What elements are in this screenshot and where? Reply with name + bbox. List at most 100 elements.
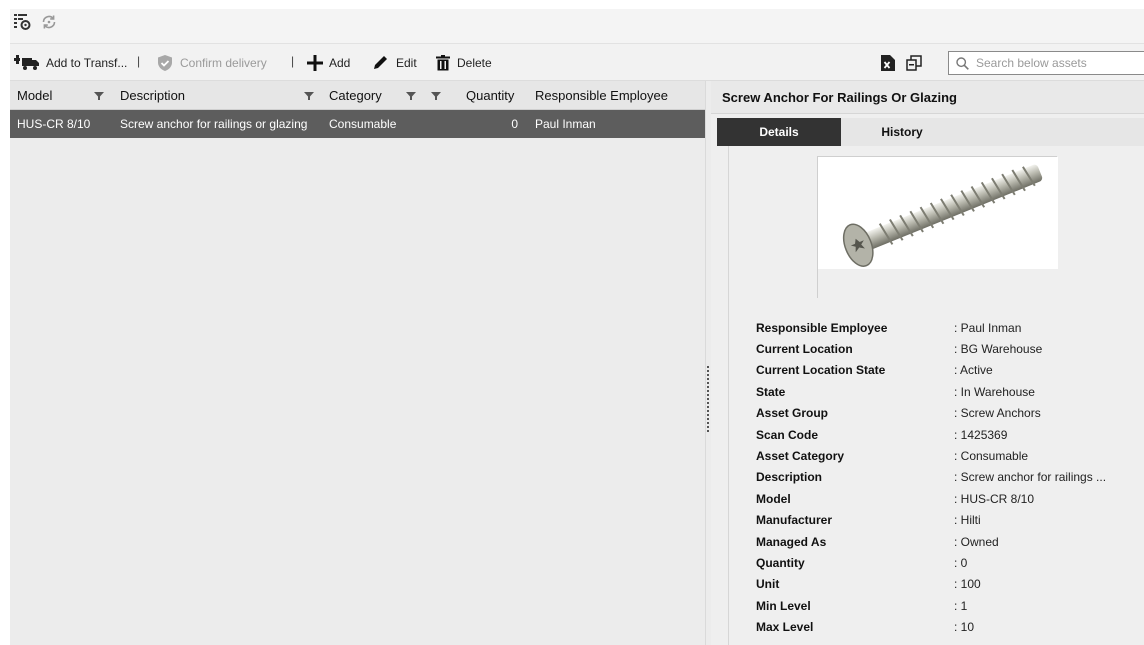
detail-panel: Screw Anchor For Railings Or Glazing Det… [711,81,1144,645]
property-value: : BG Warehouse [954,342,1043,357]
property-row: Responsible Employee : Paul Inman [756,317,1144,338]
add-to-transfer-button[interactable]: Add to Transf... [14,54,127,72]
export-excel-button[interactable] [881,54,901,72]
detail-title: Screw Anchor For Railings Or Glazing [711,81,1144,114]
add-button[interactable]: Add [307,54,350,72]
confirm-delivery-label: Confirm delivery [180,56,267,70]
pencil-icon [374,56,387,69]
splitter-grip [707,370,709,372]
tab-history[interactable]: History [841,118,963,146]
property-value: : In Warehouse [954,384,1035,399]
splitter-grip [707,386,709,388]
property-row: Current Location : BG Warehouse [756,338,1144,359]
grid-header: Model Description Category Quantity Resp… [10,81,705,110]
column-header-quantity[interactable]: Quantity [466,81,514,110]
property-label: Asset Group [756,406,829,421]
splitter-grip [707,378,709,380]
property-row: State : In Warehouse [756,381,1144,402]
asset-image [817,156,1058,299]
property-label: Current Location [756,342,853,357]
search-input[interactable] [976,56,1144,70]
property-value: : Hilti [954,513,981,528]
splitter-grip [707,402,709,404]
property-value: : Active [954,363,993,378]
splitter-grip [707,390,709,392]
property-label: Asset Category [756,449,845,464]
copy-view-button[interactable] [906,54,928,72]
splitter-grip [707,426,709,428]
action-toolbar: Add to Transf... | Confirm delivery | Ad… [10,44,1144,81]
search-box[interactable] [948,51,1144,75]
property-row: Unit : 100 [756,574,1144,595]
edit-label: Edit [396,56,417,70]
filter-icon[interactable] [94,91,104,101]
asset-grid: Model Description Category Quantity Resp… [10,81,705,645]
detail-tabs: Details History [717,118,1144,146]
property-row: Manufacturer: Hilti [756,510,1144,531]
property-value: : Screw anchor for railings ... [954,470,1107,485]
shield-check-icon [158,55,172,71]
tab-details[interactable]: Details [717,118,841,146]
cell-responsible-employee: Paul Inman [535,117,596,131]
property-label: Scan Code [756,427,819,442]
property-label: Quantity [756,555,805,570]
property-value: : Screw Anchors [954,406,1041,421]
delete-button[interactable]: Delete [435,54,492,72]
confirm-delivery-button[interactable]: Confirm delivery [156,54,267,72]
cell-quantity: 0 [511,117,518,131]
column-header-model[interactable]: Model [17,81,52,110]
splitter-grip [707,366,709,368]
property-value: : 1425369 [954,427,1008,442]
edit-button[interactable]: Edit [372,54,417,72]
property-value: : 0 [954,555,968,570]
property-row: Current Location State: Active [756,360,1144,381]
cell-category: Consumable [329,117,397,131]
table-row[interactable]: HUS-CR 8/10 Screw anchor for railings or… [10,110,705,138]
property-row: Model: HUS-CR 8/10 [756,488,1144,509]
refresh-icon[interactable] [40,13,58,31]
column-header-description[interactable]: Description [120,81,185,110]
property-label: Max Level [756,620,814,635]
property-label: Managed As [756,534,827,549]
property-value: : Consumable [954,449,1029,464]
detail-body: Responsible Employee : Paul Inman Current… [728,146,1144,645]
splitter-grip [707,430,709,432]
toolbar-separator: | [137,54,141,68]
filter-icon[interactable] [304,91,314,101]
plus-icon [307,55,323,71]
property-value: : 1 [954,598,968,613]
property-row: Scan Code : 1425369 [756,424,1144,445]
property-row: Asset Group : Screw Anchors [756,403,1144,424]
splitter-grip [707,410,709,412]
delete-label: Delete [457,56,492,70]
column-header-responsible-employee[interactable]: Responsible Employee [535,81,668,110]
cell-model: HUS-CR 8/10 [17,117,91,131]
property-value: : Paul Inman [954,320,1022,335]
property-label: Responsible Employee [756,320,888,335]
screw-anchor-image [818,157,1058,299]
property-row: Quantity : 0 [756,552,1144,573]
splitter-grip [707,398,709,400]
filter-icon[interactable] [406,91,416,101]
top-bar-strip [10,9,1144,44]
add-label: Add [329,56,351,70]
property-label: Unit [756,577,780,592]
asset-settings-icon[interactable] [13,13,31,31]
splitter-grip [707,414,709,416]
property-value: : 10 [954,620,975,635]
property-value: : HUS-CR 8/10 [954,491,1035,506]
cell-description: Screw anchor for railings or glazing [120,117,308,131]
splitter-grip [707,374,709,376]
top-bar [0,0,1144,44]
splitter-grip [707,422,709,424]
property-label: State [756,384,786,399]
column-header-category[interactable]: Category [329,81,382,110]
transfer-truck-icon [14,55,39,70]
search-icon [956,56,969,70]
splitter-grip [707,418,709,420]
property-label: Min Level [756,598,811,613]
copy-window-icon [906,55,922,71]
property-value: : 100 [954,577,981,592]
filter-icon[interactable] [431,91,441,101]
trash-icon [436,55,450,71]
